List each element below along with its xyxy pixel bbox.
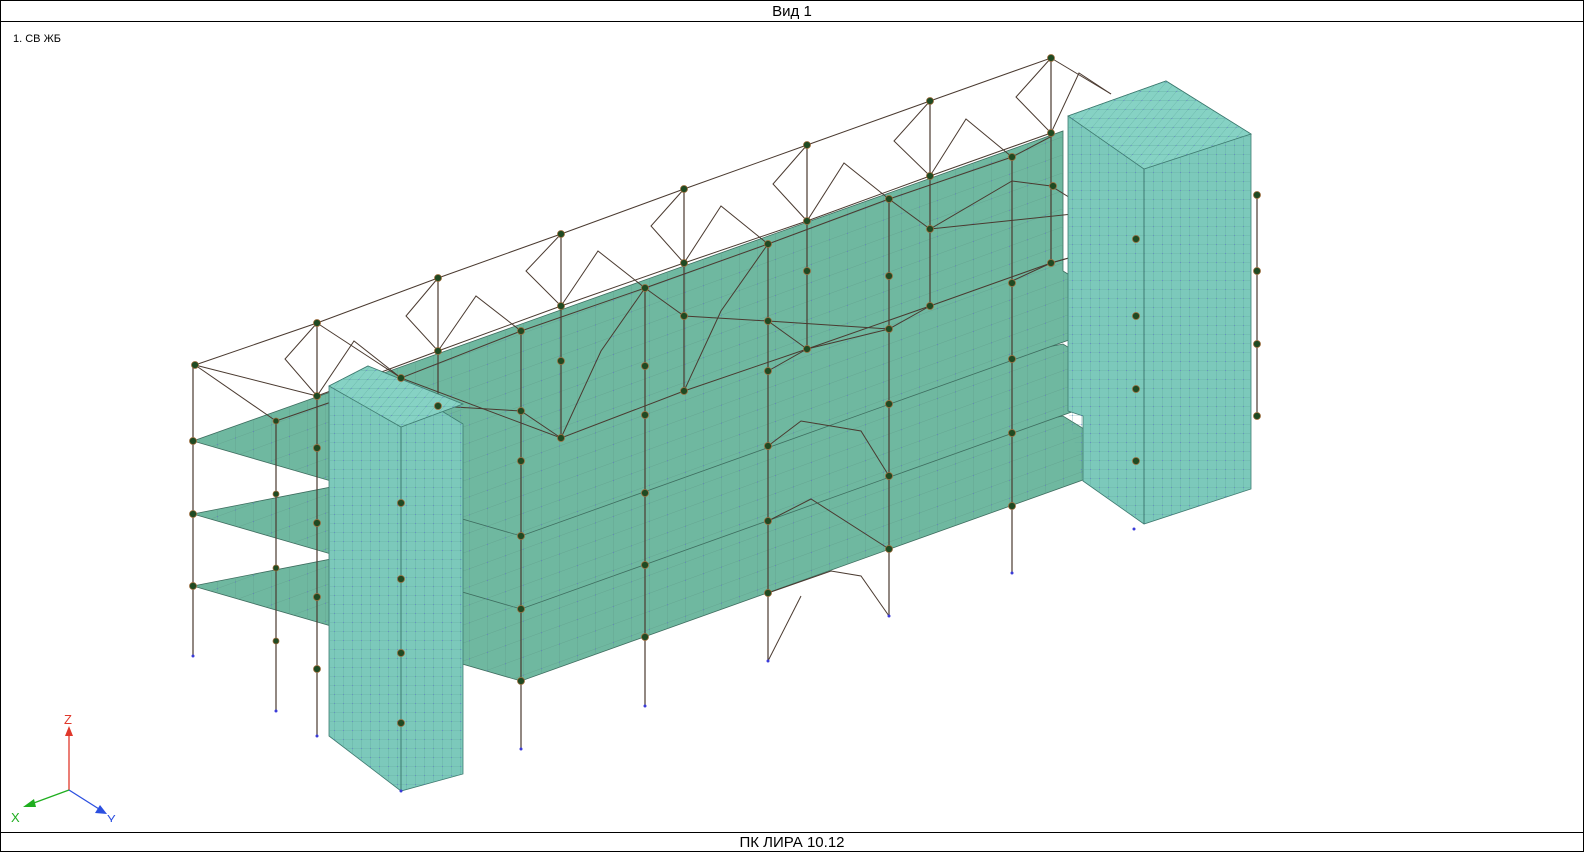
core-wall-right bbox=[1067, 80, 1252, 525]
view-window: Вид 1 1. СВ ЖБ Z X Y ПК ЛИРА 10.12 bbox=[0, 0, 1584, 852]
axis-triad: Z X Y bbox=[11, 712, 116, 822]
y-axis-label: Y bbox=[107, 812, 116, 822]
core-wall-left bbox=[328, 365, 465, 792]
y-axis-arrow-icon bbox=[95, 805, 107, 814]
y-axis-line bbox=[68, 789, 100, 810]
program-footer: ПК ЛИРА 10.12 bbox=[1, 832, 1583, 851]
z-axis-label: Z bbox=[64, 712, 72, 727]
view-title: Вид 1 bbox=[1, 1, 1583, 22]
model-viewport[interactable]: 1. СВ ЖБ Z X Y bbox=[1, 22, 1583, 832]
x-axis-line bbox=[30, 789, 70, 805]
z-axis-arrow-icon bbox=[65, 726, 73, 736]
structural-model[interactable] bbox=[1, 22, 1583, 832]
x-axis-label: X bbox=[11, 810, 20, 822]
x-axis-arrow-icon bbox=[23, 799, 36, 807]
